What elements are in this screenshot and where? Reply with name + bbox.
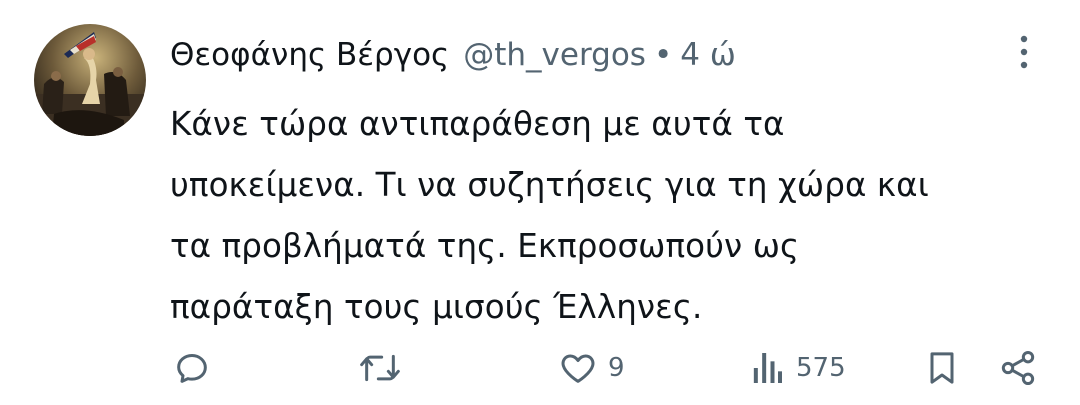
tweet-text-line: υποκείμενα. Τι να συζητήσεις για τη χώρα… xyxy=(170,166,929,204)
retweet-icon xyxy=(360,354,400,382)
action-bar: 9 575 xyxy=(0,340,1080,396)
retweet-button[interactable] xyxy=(358,340,402,396)
tweet-header: Θεοφάνης Βέργος @th_vergos • 4 ώ xyxy=(170,30,736,80)
more-options-button[interactable] xyxy=(1000,28,1048,76)
timestamp[interactable]: 4 ώ xyxy=(680,37,736,73)
share-button[interactable] xyxy=(998,340,1038,396)
tweet-text-line: παράταξη τους μισούς Έλληνες. xyxy=(170,288,703,326)
reply-button[interactable] xyxy=(172,340,212,396)
tweet-text: Κάνε τώρα αντιπαράθεση με αυτά τα υποκεί… xyxy=(170,94,1040,338)
share-icon xyxy=(1001,351,1035,385)
tweet-text-line: Κάνε τώρα αντιπαράθεση με αυτά τα xyxy=(170,105,785,143)
painting-avatar-icon xyxy=(34,24,146,136)
user-handle[interactable]: @th_vergos xyxy=(463,37,646,73)
like-button[interactable]: 9 xyxy=(558,340,625,396)
heart-icon xyxy=(561,354,595,383)
separator-dot: • xyxy=(653,37,673,73)
views-chart-icon xyxy=(753,353,782,383)
avatar[interactable] xyxy=(34,24,146,136)
views-button[interactable]: 575 xyxy=(750,340,846,396)
like-count: 9 xyxy=(608,353,625,383)
views-count: 575 xyxy=(796,353,846,383)
display-name[interactable]: Θεοφάνης Βέργος xyxy=(170,37,449,73)
more-vertical-icon xyxy=(1020,35,1028,69)
tweet-text-line: τα προβλήματά της. Εκπροσωπούν ως xyxy=(170,227,800,265)
reply-icon xyxy=(177,354,207,383)
tweet: Θεοφάνης Βέργος @th_vergos • 4 ώ Κάνε τώ… xyxy=(0,0,1080,405)
bookmark-button[interactable] xyxy=(922,340,962,396)
bookmark-icon xyxy=(930,352,954,384)
